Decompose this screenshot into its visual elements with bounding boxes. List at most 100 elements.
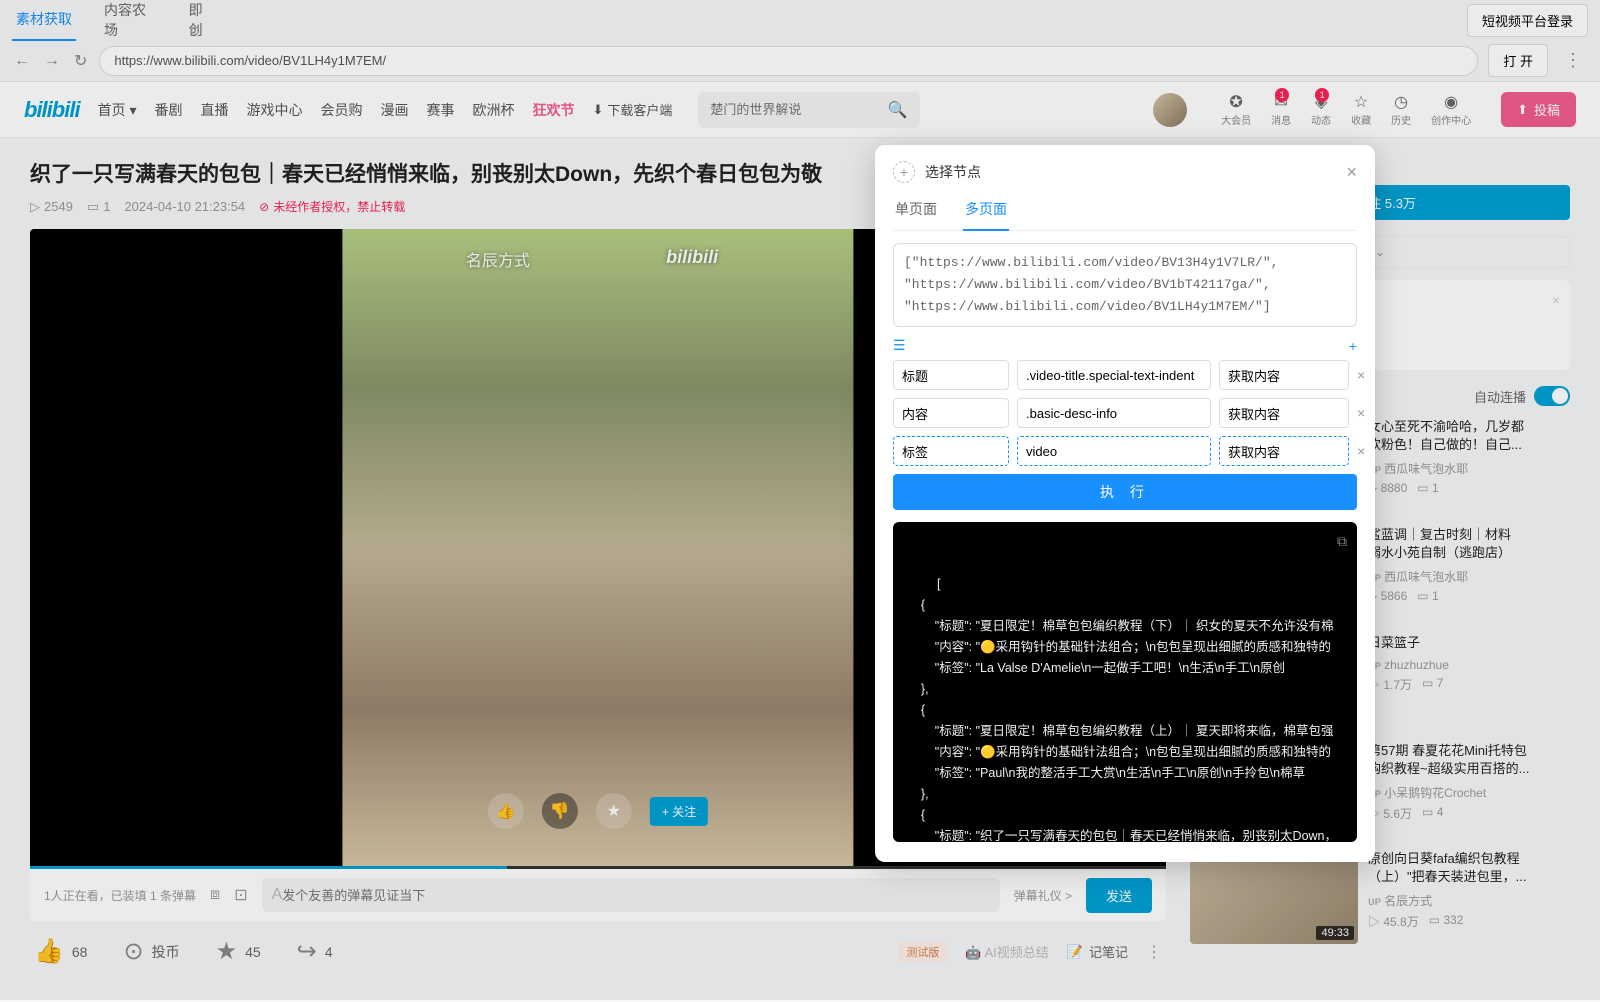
nav-drama[interactable]: 番剧 xyxy=(154,100,182,120)
url-input[interactable] xyxy=(99,46,1478,76)
danmu-input-wrap[interactable]: A xyxy=(262,878,1000,912)
nav-euro[interactable]: 欧洲杯 xyxy=(472,100,514,120)
rec-uploader: ᴜᴘ zhuzhuzhue xyxy=(1368,658,1570,672)
field-action-input[interactable] xyxy=(1219,360,1349,390)
header-trend[interactable]: ◈动态1 xyxy=(1311,92,1331,127)
list-icon[interactable]: ☰ xyxy=(893,337,906,354)
menu-dots-icon[interactable]: ⋮ xyxy=(1558,50,1588,71)
nav-carnival[interactable]: 狂欢节 xyxy=(532,100,574,120)
rec-title: 日菜篮子 xyxy=(1368,634,1570,652)
badge: 1 xyxy=(1315,88,1329,102)
field-name-input[interactable] xyxy=(893,436,1009,466)
execute-button[interactable]: 执 行 xyxy=(893,474,1357,510)
auto-connect-label: 自动连播 xyxy=(1474,387,1526,406)
rec-uploader: ᴜᴘ 西瓜味气泡水耶 xyxy=(1368,568,1570,585)
note-icon: 📝 xyxy=(1067,944,1083,960)
header-fav[interactable]: ☆收藏 xyxy=(1351,92,1371,127)
field-row: × xyxy=(893,360,1357,390)
field-selector-input[interactable] xyxy=(1017,436,1211,466)
nav-live[interactable]: 直播 xyxy=(200,100,228,120)
rec-danmu: ▭ 1 xyxy=(1417,589,1438,603)
result-text: [ { "标题": "夏日限定！棉草包包编织教程（下）｜ 织女的夏天不允许没有棉… xyxy=(907,577,1337,842)
nav-manga[interactable]: 漫画 xyxy=(380,100,408,120)
clock-icon: ◷ xyxy=(1394,92,1408,112)
share-action[interactable]: ↪4 xyxy=(297,937,333,966)
robot-icon: 🤖 xyxy=(965,945,981,960)
upload-button[interactable]: ⬆投稿 xyxy=(1501,92,1576,127)
url-list-textarea[interactable]: ["https://www.bilibili.com/video/BV13H4y… xyxy=(893,243,1357,327)
ext-tab-material[interactable]: 素材获取 xyxy=(12,0,76,41)
refresh-icon: C xyxy=(190,24,199,38)
vip-icon: ✪ xyxy=(1229,92,1242,112)
danmu-input[interactable] xyxy=(282,888,989,903)
tab-single-page[interactable]: 单页面 xyxy=(893,193,939,230)
danmu-setting-icon[interactable]: ⊡ xyxy=(234,885,247,905)
bulb-icon: ◉ xyxy=(1444,92,1458,112)
nav-member[interactable]: 会员购 xyxy=(320,100,362,120)
more-icon[interactable]: ⋮ xyxy=(1146,942,1162,962)
ext-tab-farm[interactable]: 内容农场 C xyxy=(100,0,161,50)
add-field-icon[interactable]: + xyxy=(1349,338,1357,354)
duration-badge: 49:33 xyxy=(1316,926,1354,940)
ext-login-button[interactable]: 短视频平台登录 xyxy=(1467,4,1588,37)
ext-tab-instant[interactable]: 即创 C xyxy=(185,0,218,50)
open-button[interactable]: 打 开 xyxy=(1488,44,1548,77)
auto-connect-toggle[interactable] xyxy=(1534,386,1570,406)
search-icon[interactable]: 🔍 xyxy=(888,100,908,120)
star-icon[interactable]: ★ xyxy=(596,793,632,829)
copyright-notice: ⊘未经作者授权，禁止转载 xyxy=(259,198,405,215)
close-icon[interactable]: × xyxy=(1346,162,1357,183)
download-icon: ⬇ xyxy=(592,102,603,118)
notes-button[interactable]: 📝记笔记 xyxy=(1067,942,1128,961)
header-creative[interactable]: ◉创作中心 xyxy=(1431,92,1471,127)
rec-danmu: ▭ 332 xyxy=(1429,913,1464,930)
recommendation-item[interactable]: 49:33 原创向日葵fafa编织包教程 （上）"把春天装进包里，... ᴜᴘ … xyxy=(1190,850,1570,944)
rec-uploader: ᴜᴘ 小呆鹅钩花Crochet xyxy=(1368,784,1570,801)
search-input[interactable] xyxy=(710,102,887,117)
coin-action[interactable]: ⊙投币 xyxy=(123,937,179,966)
modal-title: 选择节点 xyxy=(925,162,981,182)
remove-row-icon[interactable]: × xyxy=(1357,367,1365,383)
download-client[interactable]: ⬇下载客户端 xyxy=(592,100,672,119)
search-box[interactable]: 🔍 xyxy=(698,92,919,128)
follow-chip[interactable]: + 关注 xyxy=(650,797,708,826)
nav-game[interactable]: 游戏中心 xyxy=(246,100,302,120)
remove-row-icon[interactable]: × xyxy=(1357,443,1365,459)
plus-circle-icon[interactable]: + xyxy=(893,161,915,183)
field-selector-input[interactable] xyxy=(1017,360,1211,390)
danmu-etiquette[interactable]: 弹幕礼仪 > xyxy=(1014,887,1072,904)
result-output[interactable]: ⧉ [ { "标题": "夏日限定！棉草包包编织教程（下）｜ 织女的夏天不允许没… xyxy=(893,522,1357,842)
bilibili-logo[interactable]: bilibili xyxy=(24,97,80,123)
nav-home[interactable]: 首页 ▾ xyxy=(98,100,137,120)
tab-multi-page[interactable]: 多页面 xyxy=(963,193,1009,231)
field-name-input[interactable] xyxy=(893,360,1009,390)
header-history[interactable]: ◷历史 xyxy=(1391,92,1411,127)
dislike-icon[interactable]: 👎 xyxy=(542,793,578,829)
like-action[interactable]: 👍68 xyxy=(34,937,87,966)
play-count: ▷2549 xyxy=(30,199,73,215)
like-icon[interactable]: 👍 xyxy=(488,793,524,829)
nav-match[interactable]: 赛事 xyxy=(426,100,454,120)
reload-icon[interactable]: ↻ xyxy=(72,51,89,71)
send-button[interactable]: 发送 xyxy=(1086,878,1152,913)
copy-icon[interactable]: ⧉ xyxy=(1337,530,1347,552)
forward-arrow-icon[interactable]: → xyxy=(42,52,62,70)
header-msg[interactable]: ✉消息1 xyxy=(1271,92,1291,127)
ai-summary[interactable]: 🤖 AI视频总结 xyxy=(965,942,1048,961)
danmu-toggle-icon[interactable]: ⧈ xyxy=(210,886,220,904)
rec-uploader: ᴜᴘ 名辰方式 xyxy=(1368,892,1570,909)
field-action-input[interactable] xyxy=(1219,398,1349,428)
watermark-left: 名辰方式 xyxy=(466,247,530,271)
close-icon[interactable]: × xyxy=(1552,290,1560,311)
rec-title: 鲨蓝调｜复古时刻｜材料 溺水小苑自制（逃跑店） xyxy=(1368,526,1570,562)
remove-row-icon[interactable]: × xyxy=(1357,405,1365,421)
field-action-input[interactable] xyxy=(1219,436,1349,466)
avatar[interactable] xyxy=(1153,93,1187,127)
progress-bar[interactable] xyxy=(30,866,1166,869)
header-vip[interactable]: ✪大会员 xyxy=(1221,92,1251,127)
back-arrow-icon[interactable]: ← xyxy=(12,52,32,70)
field-selector-input[interactable] xyxy=(1017,398,1211,428)
font-icon[interactable]: A xyxy=(272,886,283,904)
fav-action[interactable]: ★45 xyxy=(216,937,261,966)
field-name-input[interactable] xyxy=(893,398,1009,428)
